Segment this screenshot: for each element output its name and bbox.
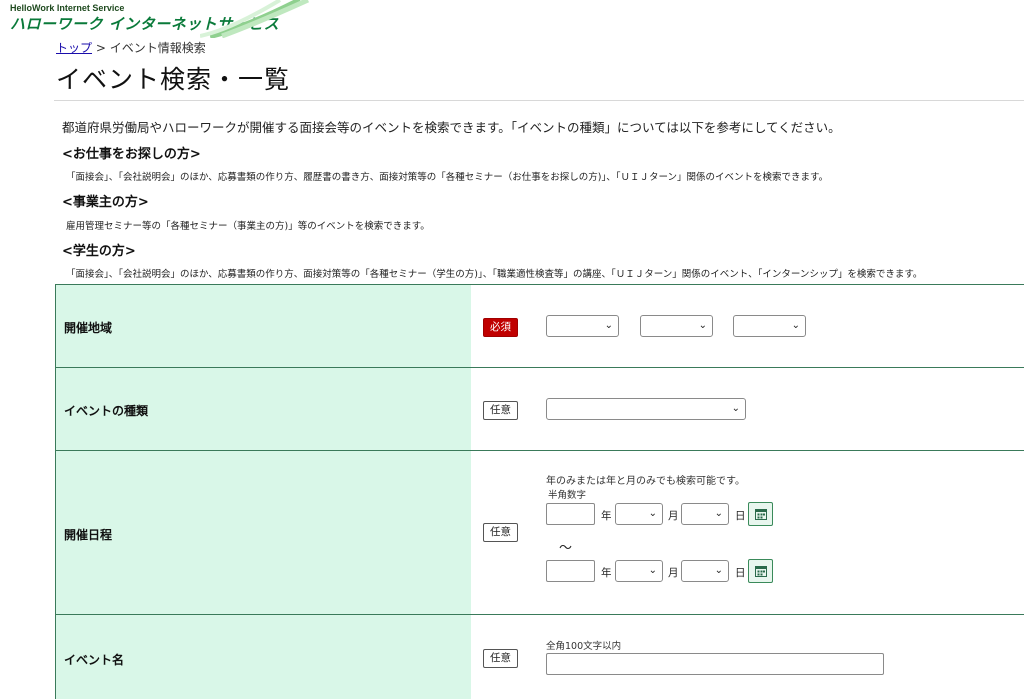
date-label: 開催日程 [64,528,113,542]
section-heading-jobseekers: <お仕事をお探しの方> [62,147,201,162]
section-text-students: 「面接会」、「会社説明会」のほか、応募書類の作り方、面接対策等の「各種セミナー（… [66,269,923,280]
row-event-name: イベント名 任意 全角100文字以内 [56,615,1024,699]
year-unit: 年 [601,567,612,579]
row-event-type: イベントの種類 任意 ⌄ [56,368,1024,451]
event-name-hint: 全角100文字以内 [546,641,622,652]
label-cell: 開催日程 [56,451,471,614]
chevron-down-icon: ⌄ [731,403,740,414]
date-hint: 半角数字 [548,490,587,501]
search-form: 開催地域 必須 ⌄ ⌄ ⌄ イベントの種類 任意 ⌄ 開催日程 任意 年のみまた… [55,284,1024,699]
chevron-down-icon: ⌄ [648,508,657,519]
date-note: 年のみまたは年と月のみでも検索可能です。 [546,476,745,487]
required-badge: 必須 [483,318,518,337]
from-year-input[interactable] [546,503,595,525]
calendar-icon [755,509,767,520]
day-unit: 日 [735,567,746,579]
event-name-input[interactable] [546,653,884,675]
area-select-2[interactable]: ⌄ [640,315,713,337]
year-unit: 年 [601,510,612,522]
month-unit: 月 [668,510,679,522]
from-day-select[interactable]: ⌄ [681,503,729,525]
intro-text: 都道府県労働局やハローワークが開催する面接会等のイベントを検索できます。「イベン… [62,120,841,135]
section-text-jobseekers: 「面接会」、「会社説明会」のほか、応募書類の作り方、履歴書の書き方、面接対策等の… [66,172,829,183]
chevron-down-icon: ⌄ [604,320,613,331]
label-cell: イベント名 [56,615,471,699]
breadcrumb-top-link[interactable]: トップ [56,41,92,55]
chevron-down-icon: ⌄ [648,565,657,576]
chevron-down-icon: ⌄ [714,565,723,576]
title-divider [54,100,1024,101]
day-unit: 日 [735,510,746,522]
to-calendar-button[interactable] [748,559,773,583]
optional-badge: 任意 [483,523,518,542]
optional-badge: 任意 [483,649,518,668]
site-header: HelloWork Internet Service ハローワーク インターネッ… [0,0,1024,38]
breadcrumb-separator: > [95,41,106,55]
page-title: イベント検索・一覧 [56,65,291,94]
breadcrumb-current: イベント情報検索 [109,41,206,55]
section-heading-students: <学生の方> [62,244,136,259]
section-text-employers: 雇用管理セミナー等の「各種セミナー（事業主の方)」等のイベントを検索できます。 [66,221,430,232]
chevron-down-icon: ⌄ [791,320,800,331]
label-cell: 開催地域 [56,285,471,367]
area-select-3[interactable]: ⌄ [733,315,806,337]
area-select-1[interactable]: ⌄ [546,315,619,337]
optional-badge: 任意 [483,401,518,420]
row-date: 開催日程 任意 年のみまたは年と月のみでも検索可能です。 半角数字 年 ⌄ 月 … [56,451,1024,615]
row-area: 開催地域 必須 ⌄ ⌄ ⌄ [56,285,1024,368]
breadcrumb: トップ > イベント情報検索 [56,39,206,56]
from-month-select[interactable]: ⌄ [615,503,663,525]
area-label: 開催地域 [64,321,113,335]
logo-english[interactable]: HelloWork Internet Service [10,3,124,13]
month-unit: 月 [668,567,679,579]
range-separator: ～ [559,541,573,556]
label-cell: イベントの種類 [56,368,471,450]
to-year-input[interactable] [546,560,595,582]
section-heading-employers: <事業主の方> [62,195,149,210]
event-type-select[interactable]: ⌄ [546,398,746,420]
logo-swoosh-icon [200,0,310,38]
chevron-down-icon: ⌄ [714,508,723,519]
to-month-select[interactable]: ⌄ [615,560,663,582]
chevron-down-icon: ⌄ [698,320,707,331]
event-type-label: イベントの種類 [64,404,149,418]
to-day-select[interactable]: ⌄ [681,560,729,582]
calendar-icon [755,566,767,577]
event-name-label: イベント名 [64,653,125,667]
from-calendar-button[interactable] [748,502,773,526]
